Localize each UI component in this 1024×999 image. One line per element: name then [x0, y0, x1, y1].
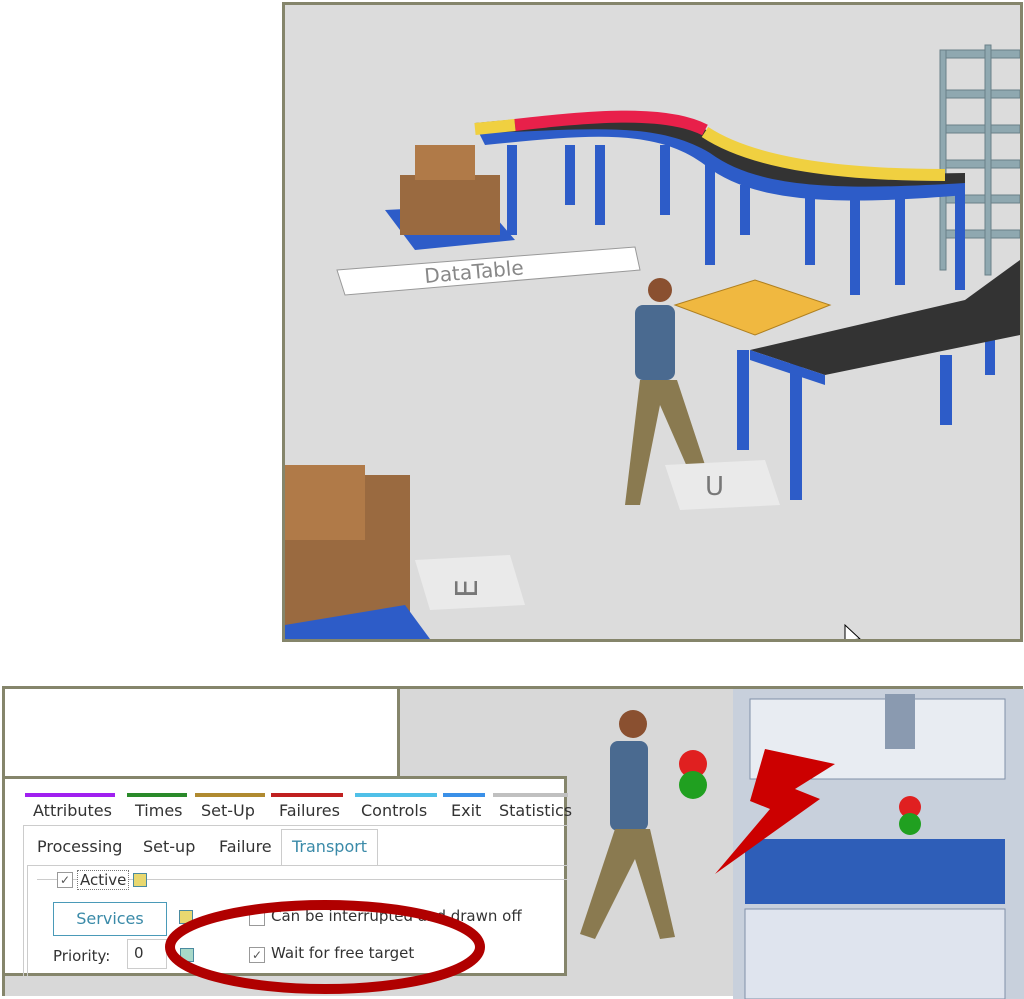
tab-controls[interactable]: Controls	[361, 801, 427, 820]
blank-panel	[5, 689, 400, 777]
tab-attributes[interactable]: Attributes	[33, 801, 112, 820]
statistics-color-bar	[493, 793, 568, 797]
priority-input[interactable]: 0	[127, 939, 167, 969]
active-checkbox[interactable]: ✓	[57, 872, 73, 888]
object-properties-dialog: Attributes Times Set-Up Failures Control…	[5, 776, 572, 976]
tab-exit[interactable]: Exit	[451, 801, 481, 820]
storage-rack	[939, 44, 1020, 276]
setup-color-bar	[195, 793, 265, 797]
tab-set-up[interactable]: Set-Up	[201, 801, 255, 820]
active-label: Active	[77, 870, 130, 890]
subtab-processing[interactable]: Processing	[37, 837, 122, 856]
worker-figure	[580, 710, 707, 939]
inheritance-icon[interactable]	[179, 910, 193, 924]
inheritance-icon[interactable]	[180, 948, 194, 962]
subtab-set-up[interactable]: Set-up	[143, 837, 195, 856]
datatable-label: DataTable	[423, 255, 524, 288]
boxes	[400, 175, 500, 235]
tab-failures[interactable]: Failures	[279, 801, 340, 820]
wait-free-target-label: Wait for free target	[271, 944, 415, 962]
subtab-failure[interactable]: Failure	[219, 837, 272, 856]
interrupt-checkbox[interactable]	[249, 910, 265, 926]
services-button[interactable]: Services	[53, 902, 167, 936]
station-label-e: E	[450, 579, 485, 598]
station-label-u: U	[705, 472, 724, 502]
interrupt-label: Can be interrupted and drawn off	[271, 907, 522, 925]
bottom-composite: Attributes Times Set-Up Failures Control…	[2, 686, 1024, 999]
subtab-transport-label: Transport	[292, 837, 368, 856]
controls-color-bar	[355, 793, 437, 797]
subtab-transport[interactable]: Transport	[281, 829, 378, 866]
3d-simulation-view-top[interactable]: DataTable U E	[282, 2, 1023, 642]
failures-color-bar	[271, 793, 343, 797]
attributes-color-bar	[25, 793, 115, 797]
wait-free-target-checkbox[interactable]: ✓	[249, 947, 265, 963]
exit-color-bar	[443, 793, 485, 797]
tab-times[interactable]: Times	[135, 801, 183, 820]
pallet	[673, 279, 832, 336]
times-color-bar	[127, 793, 187, 797]
mouse-cursor-icon	[844, 623, 861, 639]
scene-graphics: DataTable U E	[285, 44, 1020, 639]
tab-statistics[interactable]: Statistics	[499, 801, 572, 820]
priority-label: Priority:	[53, 947, 111, 965]
inheritance-icon[interactable]	[133, 873, 147, 887]
